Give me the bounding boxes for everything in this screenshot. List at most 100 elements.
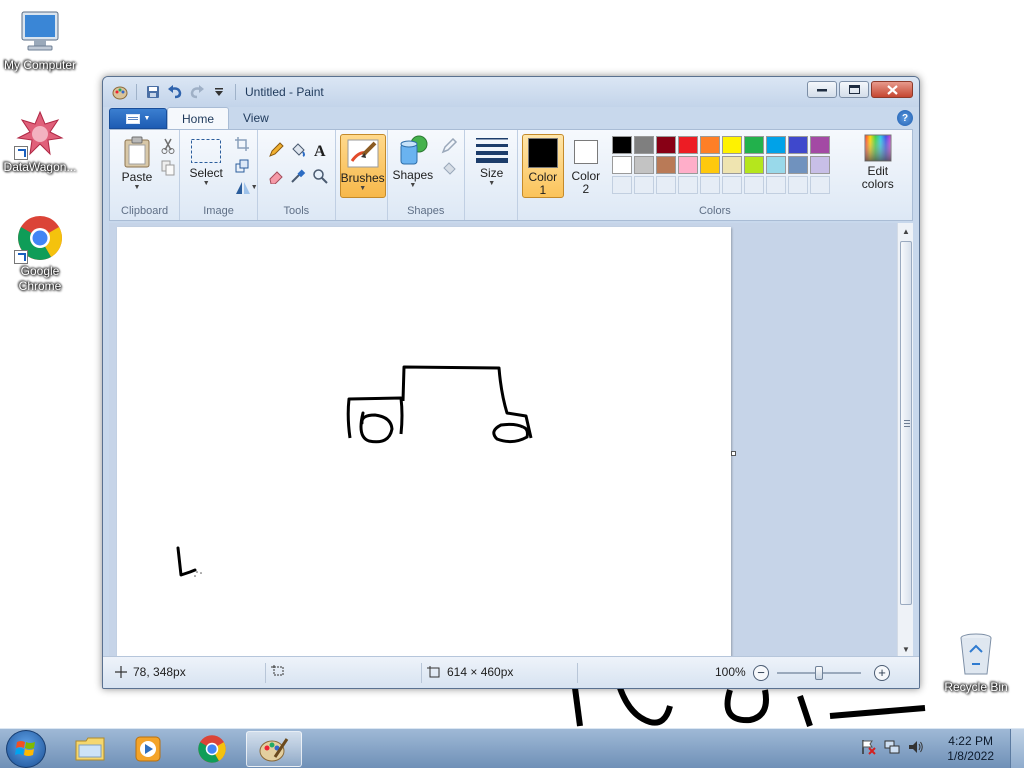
crop-icon[interactable] <box>232 134 252 154</box>
close-button[interactable] <box>871 81 913 98</box>
zoom-in-icon[interactable]: + <box>874 665 890 681</box>
file-menu-button[interactable]: ▼ <box>109 108 167 129</box>
palette-swatch[interactable] <box>633 156 654 174</box>
maximize-button[interactable] <box>839 81 869 98</box>
rotate-button[interactable]: ▼ <box>232 178 260 198</box>
copy-icon[interactable] <box>158 158 178 178</box>
palette-swatch[interactable] <box>787 136 808 154</box>
palette-swatch[interactable] <box>611 136 632 154</box>
save-icon[interactable] <box>144 83 162 101</box>
media-player-icon <box>135 736 161 762</box>
taskbar-item-paint[interactable] <box>246 731 302 767</box>
shapes-button[interactable]: Shapes ▼ <box>392 134 434 190</box>
palette-custom-slot[interactable] <box>721 176 742 194</box>
brushes-button[interactable]: Brushes ▼ <box>339 134 386 198</box>
zoom-slider[interactable] <box>777 665 861 681</box>
help-icon[interactable]: ? <box>897 110 913 126</box>
network-icon[interactable] <box>884 739 900 755</box>
palette-custom-slot[interactable] <box>699 176 720 194</box>
size-button[interactable]: Size ▼ <box>473 136 511 188</box>
palette-custom-slot[interactable] <box>611 176 632 194</box>
select-button[interactable]: Select ▼ <box>186 138 226 188</box>
palette-custom-slot[interactable] <box>677 176 698 194</box>
palette-swatch[interactable] <box>765 136 786 154</box>
palette-swatch[interactable] <box>677 156 698 174</box>
palette-swatch[interactable] <box>655 136 676 154</box>
eraser-icon[interactable] <box>266 166 286 186</box>
show-desktop-button[interactable] <box>1010 729 1024 768</box>
taskbar-clock[interactable]: 4:22 PM 1/8/2022 <box>947 734 994 764</box>
vertical-scrollbar[interactable]: ▲ ▼ <box>897 223 913 657</box>
title-bar[interactable]: Untitled - Paint <box>103 77 919 107</box>
scroll-down-icon[interactable]: ▼ <box>898 641 914 657</box>
tab-home[interactable]: Home <box>167 107 230 129</box>
taskbar-item-chrome[interactable] <box>184 731 240 767</box>
palette-custom-slot[interactable] <box>655 176 676 194</box>
palette-swatch[interactable] <box>699 136 720 154</box>
pencil-icon[interactable] <box>266 140 286 160</box>
tab-view[interactable]: View <box>229 107 283 129</box>
volume-icon[interactable] <box>908 739 924 755</box>
palette-custom-slot[interactable] <box>787 176 808 194</box>
ribbon-home: Paste ▼ Clipboard Select ▼ ▼ Image A Too… <box>109 129 913 221</box>
desktop-icon-datawagon[interactable]: DataWagon... <box>0 110 80 175</box>
canvas-resize-handle-right[interactable] <box>731 451 736 456</box>
desktop-icon-my-computer[interactable]: My Computer <box>0 8 80 73</box>
recycle-bin-icon <box>952 630 1000 678</box>
group-shapes: Shapes ▼ Shapes <box>386 130 465 220</box>
scroll-thumb[interactable] <box>900 241 912 605</box>
paste-button[interactable]: Paste ▼ <box>118 136 156 192</box>
zoom-slider-knob[interactable] <box>815 666 823 680</box>
outline-button[interactable] <box>436 136 464 156</box>
palette-swatch[interactable] <box>787 156 808 174</box>
drawing-canvas[interactable] <box>117 227 731 657</box>
palette-swatch[interactable] <box>743 136 764 154</box>
zoom-level-value: 100% <box>715 665 746 679</box>
taskbar-item-explorer[interactable] <box>62 731 118 767</box>
palette-custom-slot[interactable] <box>743 176 764 194</box>
palette-swatch[interactable] <box>809 136 830 154</box>
cut-icon[interactable] <box>158 136 178 156</box>
group-size: Size ▼ <box>465 130 518 220</box>
resize-icon[interactable] <box>232 156 252 176</box>
fill-bucket-icon[interactable] <box>288 140 308 160</box>
palette-swatch[interactable] <box>765 156 786 174</box>
taskbar-item-media-player[interactable] <box>120 731 176 767</box>
desktop-icon-google-chrome[interactable]: Google Chrome <box>0 214 80 294</box>
scroll-up-icon[interactable]: ▲ <box>898 223 914 239</box>
chrome-icon <box>14 214 64 264</box>
action-center-flag-icon[interactable] <box>860 739 876 755</box>
start-button[interactable] <box>6 730 46 768</box>
edit-colors-button[interactable]: Edit colors <box>856 134 900 191</box>
scroll-grip <box>904 426 910 427</box>
desktop-icon-recycle-bin[interactable]: Recycle Bin <box>936 630 1016 695</box>
customize-qat-icon[interactable] <box>210 83 228 101</box>
color-picker-icon[interactable] <box>288 166 308 186</box>
color1-button[interactable]: Color 1 <box>521 134 564 198</box>
paint-icon <box>259 738 289 762</box>
palette-custom-slot[interactable] <box>765 176 786 194</box>
ribbon-tabs: ▼ Home View ? <box>109 107 913 129</box>
palette-custom-slot[interactable] <box>633 176 654 194</box>
palette-swatch[interactable] <box>699 156 720 174</box>
paint-app-icon[interactable] <box>111 83 129 101</box>
zoom-out-icon[interactable]: − <box>753 665 769 681</box>
text-icon[interactable]: A <box>310 140 330 160</box>
color2-button[interactable]: Color 2 <box>566 134 606 198</box>
undo-icon[interactable] <box>166 83 184 101</box>
magnifier-icon[interactable] <box>310 166 330 186</box>
palette-swatch[interactable] <box>809 156 830 174</box>
svg-text:A: A <box>314 143 326 158</box>
palette-swatch[interactable] <box>633 136 654 154</box>
palette-swatch[interactable] <box>611 156 632 174</box>
system-tray <box>860 739 924 755</box>
palette-swatch[interactable] <box>677 136 698 154</box>
palette-custom-slot[interactable] <box>809 176 830 194</box>
palette-swatch[interactable] <box>655 156 676 174</box>
palette-swatch[interactable] <box>721 156 742 174</box>
minimize-button[interactable] <box>807 81 837 98</box>
palette-swatch[interactable] <box>743 156 764 174</box>
palette-swatch[interactable] <box>721 136 742 154</box>
fill-button[interactable] <box>436 158 464 178</box>
redo-icon[interactable] <box>188 83 206 101</box>
